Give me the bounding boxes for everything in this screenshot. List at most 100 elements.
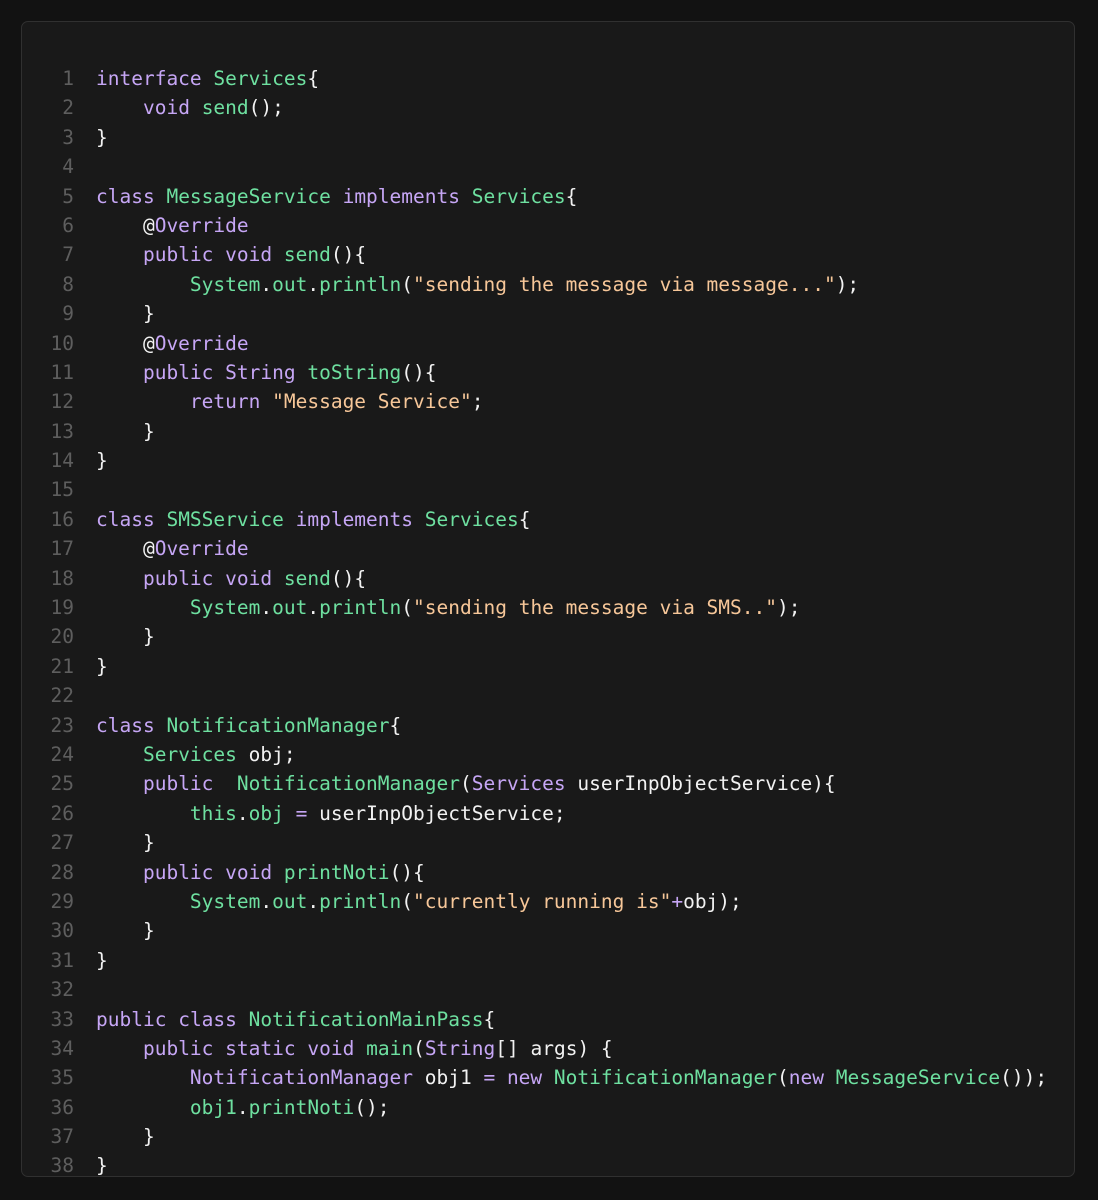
code-token: . bbox=[260, 272, 273, 296]
code-token: implements bbox=[295, 507, 414, 531]
line-number: 2 bbox=[62, 96, 74, 120]
code-text: public class NotificationMainPass{ bbox=[96, 1005, 495, 1034]
code-line: 31} bbox=[22, 946, 1074, 975]
code-token: . bbox=[260, 596, 273, 620]
code-token: new bbox=[788, 1066, 824, 1090]
code-token: } bbox=[96, 948, 108, 972]
code-token: } bbox=[96, 419, 155, 443]
code-line: 13 } bbox=[22, 417, 1074, 446]
code-text: @Override bbox=[96, 211, 249, 240]
code-token: new bbox=[506, 1066, 543, 1090]
code-token: public bbox=[142, 772, 214, 796]
code-text: void send(); bbox=[96, 93, 284, 122]
code-token: } bbox=[96, 919, 155, 943]
code-token: out bbox=[272, 272, 308, 296]
line-number: 17 bbox=[50, 537, 74, 561]
code-token: . bbox=[236, 801, 249, 825]
code-token: Override bbox=[154, 537, 249, 561]
code-line: 8 System.out.println("sending the messag… bbox=[22, 270, 1074, 299]
code-token: obj bbox=[248, 801, 284, 825]
code-text: @Override bbox=[96, 329, 249, 358]
code-token: public bbox=[96, 1007, 167, 1031]
line-number: 15 bbox=[50, 478, 74, 502]
line-number: 4 bbox=[62, 155, 74, 179]
code-token: } bbox=[96, 625, 155, 649]
line-number: 33 bbox=[50, 1007, 74, 1031]
code-text: } bbox=[96, 828, 155, 857]
code-text: class MessageService implements Services… bbox=[96, 182, 577, 211]
code-token: println bbox=[319, 596, 402, 620]
code-token: Services bbox=[142, 742, 237, 766]
line-number: 6 bbox=[62, 213, 74, 237]
code-line: 14} bbox=[22, 446, 1074, 475]
code-token: ( bbox=[401, 596, 414, 620]
code-line: 15 bbox=[22, 475, 1074, 504]
code-token: userInpObjectService){ bbox=[565, 772, 836, 796]
line-number: 27 bbox=[50, 831, 74, 855]
code-token: Services bbox=[424, 507, 519, 531]
code-token: SMSService bbox=[166, 507, 284, 531]
line-number: 21 bbox=[50, 654, 74, 678]
code-token: public bbox=[142, 360, 214, 384]
code-token: obj); bbox=[683, 889, 742, 913]
code-token: } bbox=[96, 831, 155, 855]
code-token: . bbox=[260, 889, 273, 913]
code-token: ( bbox=[401, 272, 414, 296]
code-token: implements bbox=[342, 184, 460, 208]
code-token: ()); bbox=[1000, 1066, 1048, 1090]
code-token: System bbox=[189, 272, 261, 296]
code-token: void bbox=[142, 96, 190, 120]
code-token: ); bbox=[835, 272, 860, 296]
code-token: } bbox=[96, 1154, 108, 1178]
line-number: 13 bbox=[50, 419, 74, 443]
code-line: 19 System.out.println("sending the messa… bbox=[22, 593, 1074, 622]
code-token: public bbox=[142, 566, 214, 590]
code-line: 2 void send(); bbox=[22, 93, 1074, 122]
code-token: NotificationManager bbox=[553, 1066, 777, 1090]
code-line: 25 public NotificationManager(Services u… bbox=[22, 769, 1074, 798]
code-line: 21} bbox=[22, 652, 1074, 681]
code-token: + bbox=[671, 889, 684, 913]
code-token: Override bbox=[154, 213, 249, 237]
code-token: class bbox=[96, 507, 155, 531]
code-token: ( bbox=[776, 1066, 789, 1090]
code-token: } bbox=[96, 449, 108, 473]
code-text: } bbox=[96, 299, 155, 328]
line-number: 26 bbox=[50, 801, 74, 825]
code-token: String bbox=[225, 360, 296, 384]
code-token: { bbox=[518, 507, 531, 531]
code-token: ); bbox=[777, 596, 801, 620]
code-token: "currently running is" bbox=[413, 889, 672, 913]
code-line: 27 } bbox=[22, 828, 1074, 857]
code-text: Services obj; bbox=[96, 740, 296, 769]
code-token: ( bbox=[401, 889, 414, 913]
code-token: [] args) { bbox=[495, 1036, 613, 1060]
code-line: 7 public void send(){ bbox=[22, 240, 1074, 269]
code-token: NotificationManager bbox=[166, 713, 390, 737]
code-line: 29 System.out.println("currently running… bbox=[22, 887, 1074, 916]
code-token: = bbox=[483, 1066, 496, 1090]
code-text: public NotificationManager(Services user… bbox=[96, 769, 836, 798]
code-text: } bbox=[96, 446, 108, 475]
code-token: (){ bbox=[330, 566, 367, 590]
code-token: class bbox=[96, 184, 155, 208]
code-line: 4 bbox=[22, 152, 1074, 181]
code-token: ( bbox=[413, 1036, 425, 1060]
code-token: printNoti bbox=[248, 1095, 355, 1119]
line-number: 12 bbox=[50, 390, 74, 414]
code-token: NotificationMainPass bbox=[248, 1007, 484, 1031]
